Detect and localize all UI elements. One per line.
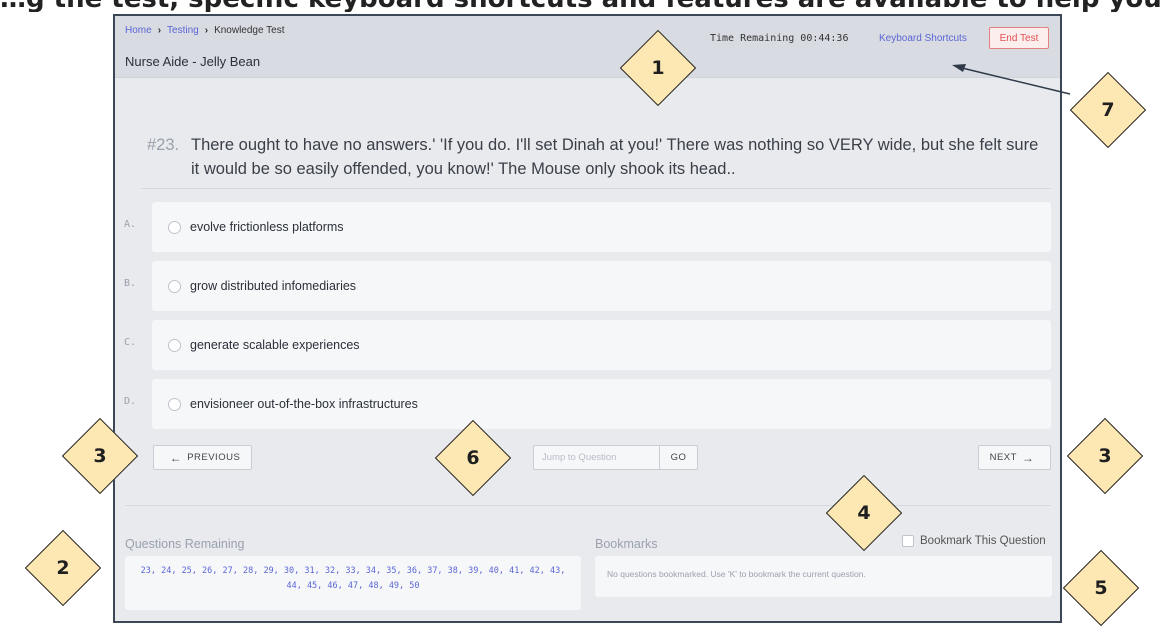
callout-pointer-arrow [952, 64, 1071, 95]
callout-4: 4 [825, 474, 903, 552]
callout-3-left: 3 [61, 417, 139, 495]
callout-1: 1 [619, 29, 697, 107]
callout-2: 2 [24, 529, 102, 607]
callout-7: 7 [1069, 71, 1147, 149]
callout-3-right: 3 [1066, 417, 1144, 495]
callout-6: 6 [434, 419, 512, 497]
callout-5: 5 [1062, 549, 1140, 627]
